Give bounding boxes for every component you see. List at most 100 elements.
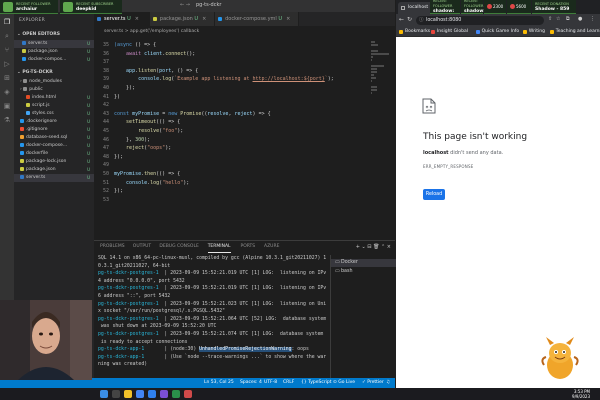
- code-line: 45 resolve("foo");: [94, 127, 183, 135]
- editor-tab[interactable]: package.json U ×: [149, 12, 216, 26]
- file-tree-item[interactable]: .dockerignore U: [14, 118, 94, 126]
- remote-icon[interactable]: ▣: [3, 102, 11, 110]
- explorer-icon[interactable]: ❐: [3, 18, 11, 26]
- panel-tab[interactable]: TERMINAL: [207, 241, 231, 253]
- minimap-line: [371, 89, 378, 91]
- file-tree-item[interactable]: package-lock.json U: [14, 158, 94, 166]
- line-ending[interactable]: CRLF: [283, 378, 294, 388]
- panel-tab[interactable]: AZURE: [264, 241, 279, 253]
- panel-tab[interactable]: OUTPUT: [133, 241, 151, 253]
- start-icon[interactable]: [100, 390, 108, 398]
- minimap-line: [371, 77, 376, 79]
- code-line: 53: [94, 196, 114, 204]
- bookmark-item[interactable]: Quick Game Info: [475, 27, 519, 37]
- terminal-line: pg-ts-dckr-app-1 | (node:30) UnhandledPr…: [98, 347, 309, 353]
- file-name: docker-compos...: [28, 57, 67, 62]
- file-tree-item[interactable]: server.ts U: [14, 174, 94, 182]
- info-icon[interactable]: ⓘ: [419, 16, 424, 25]
- bookmark-item[interactable]: Writing: [522, 27, 545, 37]
- code-line: 49: [94, 161, 114, 169]
- vscode-taskbar-icon[interactable]: [148, 390, 156, 398]
- file-tree-item[interactable]: package.json U: [14, 166, 94, 174]
- line-number: 39: [102, 76, 109, 83]
- file-icon: [26, 102, 30, 107]
- cursor-position[interactable]: Ln 53, Col 25: [204, 378, 234, 388]
- menu-icon[interactable]: ⋮: [590, 16, 595, 22]
- bookmark-item[interactable]: Bookmarks: [399, 27, 430, 37]
- file-explorer-icon[interactable]: [124, 390, 132, 398]
- line-number: 35: [102, 42, 109, 48]
- minimap[interactable]: [371, 41, 389, 161]
- minimap-line: [371, 44, 378, 46]
- panel-tab[interactable]: PROBLEMS: [100, 241, 125, 253]
- file-tree-item[interactable]: › node_modules: [14, 78, 94, 86]
- notifications-icon[interactable]: ♫: [386, 378, 390, 388]
- terminal-instance[interactable]: ▭ bash: [331, 268, 396, 276]
- close-icon[interactable]: ×: [286, 16, 290, 22]
- file-icon: [22, 56, 26, 61]
- file-tree-item[interactable]: docker-compose... U: [14, 142, 94, 150]
- obs-icon[interactable]: [172, 390, 180, 398]
- browser-tab[interactable]: localhost: [398, 2, 434, 14]
- extensions-icon[interactable]: ⊞: [3, 74, 11, 82]
- run-debug-icon[interactable]: ▷: [3, 60, 11, 68]
- clock[interactable]: 3:53 PM 9/9/2023: [572, 389, 590, 399]
- encoding[interactable]: UTF-8: [264, 378, 277, 388]
- indentation[interactable]: Spaces: 4: [240, 378, 262, 388]
- reload-button[interactable]: Reload: [423, 189, 445, 200]
- file-tree-item[interactable]: styles.css U: [14, 110, 94, 118]
- file-tree-item[interactable]: dockerfile U: [14, 150, 94, 158]
- profile-icon[interactable]: ●: [578, 16, 582, 22]
- editor-tab[interactable]: docker-compose.yml U ×: [215, 12, 299, 26]
- git-status-badge: U: [87, 127, 90, 132]
- back-forward-icons[interactable]: ← →: [180, 2, 190, 8]
- discord-icon[interactable]: [160, 390, 168, 398]
- reload-icon[interactable]: ↻: [407, 16, 412, 23]
- address-bar[interactable]: ⓘ localhost:8080: [416, 16, 544, 25]
- go-live-button[interactable]: ⊙ Go Live: [333, 378, 355, 388]
- source-control-icon[interactable]: ⑂: [3, 46, 11, 54]
- testing-icon[interactable]: ⚗: [3, 116, 11, 124]
- terminal-output[interactable]: SQL 14.1 on x86_64-pc-linux-musl, compil…: [94, 255, 330, 379]
- line-number: 36: [102, 50, 109, 57]
- file-tree-item[interactable]: database-seed.sql U: [14, 134, 94, 142]
- breadcrumb[interactable]: server.ts > app.get('/employees') callba…: [94, 27, 395, 37]
- back-icon[interactable]: ←: [399, 16, 404, 23]
- panel-actions[interactable]: + ⌄ ⊟ 🗑 ⌃ ×: [356, 244, 391, 250]
- search-icon[interactable]: ⌕: [3, 32, 11, 40]
- code-editor[interactable]: 35 (async () => {36 await client.connect(…: [94, 37, 395, 240]
- bookmark-item[interactable]: Insight Global: [430, 27, 468, 37]
- terminal-line: SQL 14.1 on x86_64-pc-linux-musl, compil…: [98, 256, 327, 261]
- app-icon[interactable]: [184, 390, 192, 398]
- file-tree-item[interactable]: index.html U: [14, 94, 94, 102]
- terminal-instance[interactable]: ▭ Docker: [331, 259, 396, 267]
- line-number: 37: [102, 59, 109, 66]
- open-editor-item[interactable]: package.json U: [14, 48, 94, 56]
- panel-tab[interactable]: PORTS: [241, 241, 256, 253]
- search-taskbar-icon[interactable]: [112, 390, 120, 398]
- tab-label: server.ts: [104, 16, 126, 22]
- bookmark-item[interactable]: Teaching and Learni...: [549, 27, 600, 37]
- address-text: localhost:8080: [426, 18, 462, 23]
- line-number: 48: [102, 153, 109, 160]
- project-section[interactable]: ⌄ PG-TS-DCKR: [17, 70, 53, 75]
- open-editors-section[interactable]: ⌄ OPEN EDITORS: [17, 32, 60, 37]
- git-status-badge: U: [87, 95, 90, 100]
- open-editor-item[interactable]: server.ts U: [14, 40, 94, 48]
- file-tree-item[interactable]: › public: [14, 86, 94, 94]
- docker-icon[interactable]: ◈: [3, 88, 11, 96]
- close-icon[interactable]: ×: [202, 16, 206, 22]
- prettier-status[interactable]: ✓ Prettier: [362, 378, 384, 388]
- open-editor-item[interactable]: docker-compos... U: [14, 56, 94, 64]
- file-tree-item[interactable]: .gitignore U: [14, 126, 94, 134]
- file-tree-item[interactable]: script.js U: [14, 102, 94, 110]
- extensions-puzzle-icon[interactable]: ⧉: [566, 16, 570, 22]
- panel-tab[interactable]: DEBUG CONSOLE: [159, 241, 198, 253]
- close-icon[interactable]: ×: [135, 16, 139, 22]
- editor-tab[interactable]: server.ts U ×: [94, 12, 150, 26]
- chrome-icon[interactable]: [136, 390, 144, 398]
- file-icon: [20, 118, 24, 123]
- language-mode[interactable]: {} TypeScript: [301, 378, 332, 388]
- bookmark-star-icon[interactable]: ☆: [556, 16, 560, 22]
- share-icon[interactable]: ⇧: [548, 16, 552, 22]
